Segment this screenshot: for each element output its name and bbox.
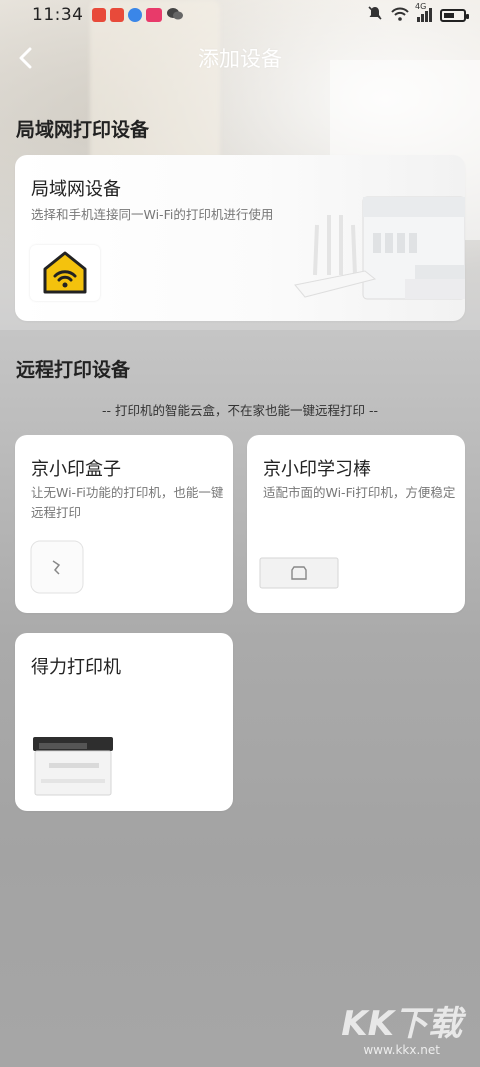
back-button[interactable] — [10, 40, 42, 76]
router-printer-illustration — [294, 196, 465, 300]
jd-box-desc: 让无Wi-Fi功能的打印机，也能一键远程打印 — [31, 485, 224, 520]
wechat-icon — [166, 6, 184, 25]
app-notification-icon — [91, 8, 106, 22]
top-nav: 添加设备 — [0, 38, 480, 78]
deli-printer-card[interactable]: 得力打印机 — [15, 633, 233, 811]
watermark: KK下载 www.kkx.net — [341, 1005, 462, 1057]
jd-stick-card[interactable]: 京小印学习棒 适配市面的Wi-Fi打印机，方便稳定 — [247, 435, 465, 613]
study-stick-image — [259, 557, 339, 589]
app-notification-icon — [127, 8, 142, 22]
app-notification-icon — [109, 8, 124, 22]
battery-icon — [440, 8, 469, 22]
jd-stick-title: 京小印学习棒 — [263, 459, 371, 480]
lan-device-card[interactable]: 局域网设备 选择和手机连接同一Wi-Fi的打印机进行使用 — [15, 155, 465, 321]
status-time: 11:34 — [32, 5, 84, 25]
app-notification-icon — [145, 8, 162, 22]
battery-level — [444, 12, 454, 18]
laser-printer-image — [33, 737, 113, 796]
lan-icon-box — [30, 245, 100, 301]
lan-section-title: 局域网打印设备 — [16, 119, 150, 141]
watermark-logo: KK下载 — [341, 1004, 462, 1044]
remote-section-title: 远程打印设备 — [16, 359, 131, 381]
jd-box-card[interactable]: 京小印盒子 让无Wi-Fi功能的打印机，也能一键远程打印 — [15, 435, 233, 613]
wifi-icon — [391, 6, 409, 25]
remote-section-subtitle: -- 打印机的智能云盒，不在家也能一键远程打印 -- — [102, 403, 378, 418]
signal-icon: 4G — [415, 2, 432, 22]
lan-card-desc: 选择和手机连接同一Wi-Fi的打印机进行使用 — [31, 207, 274, 222]
jd-stick-desc: 适配市面的Wi-Fi打印机，方便稳定 — [263, 485, 456, 500]
home-wifi-icon — [43, 251, 87, 294]
watermark-url: www.kkx.net — [363, 1043, 440, 1057]
bell-mute-icon — [367, 5, 383, 25]
lan-card-title: 局域网设备 — [31, 179, 121, 200]
chevron-left-icon — [19, 47, 32, 69]
cloud-box-image — [30, 540, 84, 594]
status-bar: 11:34 4G — [0, 0, 480, 30]
page-title: 添加设备 — [198, 47, 282, 71]
jd-box-title: 京小印盒子 — [31, 459, 121, 480]
network-type-label: 4G — [415, 2, 427, 11]
deli-printer-title: 得力打印机 — [31, 657, 121, 678]
